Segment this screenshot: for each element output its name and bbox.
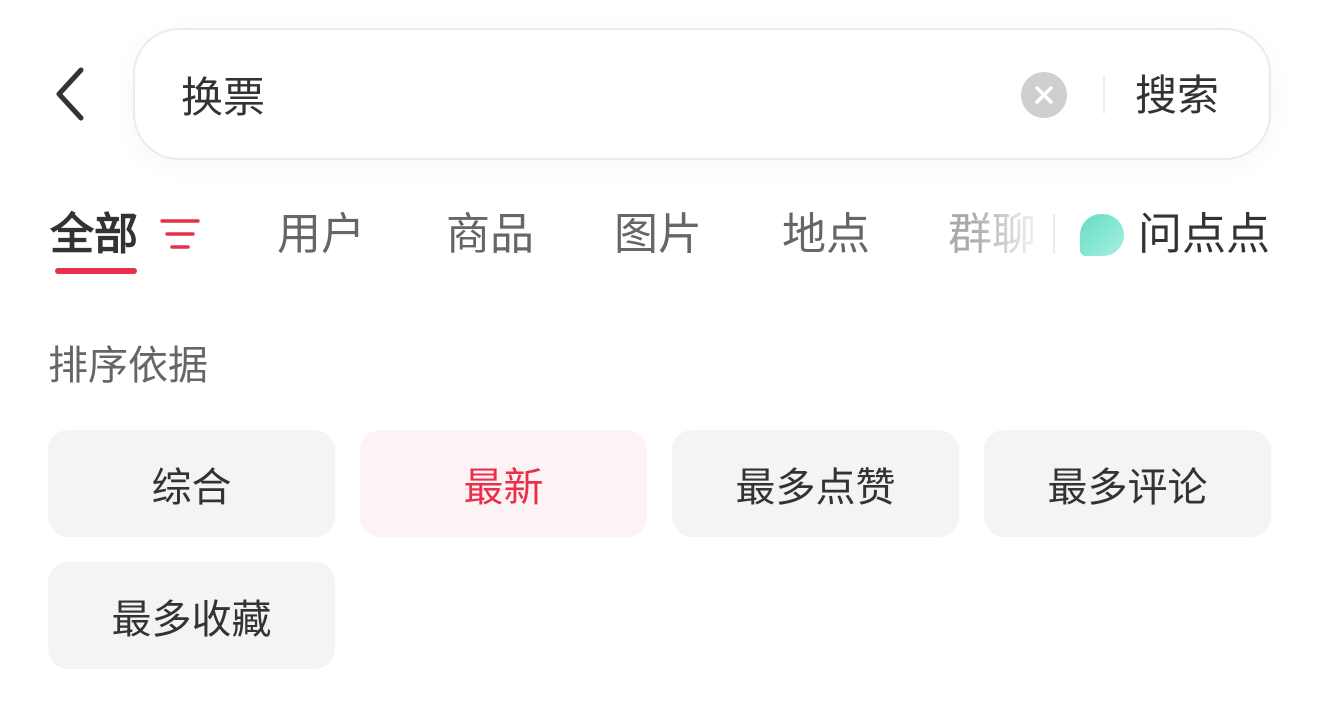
chevron-left-icon — [56, 67, 84, 121]
search-divider — [1103, 76, 1105, 114]
search-submit-button[interactable]: 搜索 — [1135, 66, 1219, 126]
ask-tab-label: 问点点 — [1138, 209, 1270, 260]
tab-goods[interactable]: 商品 — [446, 204, 534, 266]
tab-users[interactable]: 用户 — [277, 204, 365, 266]
sort-option-latest[interactable]: 最新 — [360, 430, 647, 537]
sort-section-title: 排序依据 — [48, 343, 208, 389]
tab-images[interactable]: 图片 — [614, 204, 702, 266]
tab-places[interactable]: 地点 — [782, 204, 870, 266]
sort-option-most-favorites[interactable]: 最多收藏 — [48, 562, 335, 669]
search-results-page: 搜索 全部 用户 商品 图片 地点 群聊 问点点 排序依据 综合 最新 最多点赞… — [0, 0, 1320, 706]
tab-ask-diandian[interactable]: 问点点 — [1080, 204, 1270, 266]
search-input[interactable] — [181, 54, 1001, 134]
tabs-divider — [1053, 214, 1055, 254]
active-tab-indicator — [55, 268, 137, 274]
ask-logo-icon — [1080, 214, 1124, 256]
sort-option-comprehensive[interactable]: 综合 — [48, 430, 335, 537]
sort-option-most-comments[interactable]: 最多评论 — [984, 430, 1271, 537]
filter-lines-icon[interactable] — [158, 216, 202, 252]
clear-circle-icon — [1035, 86, 1053, 104]
search-box: 搜索 — [133, 28, 1271, 160]
tab-all[interactable]: 全部 — [50, 204, 138, 266]
sort-option-most-likes[interactable]: 最多点赞 — [672, 430, 959, 537]
back-button[interactable] — [44, 58, 96, 130]
clear-search-button[interactable] — [1021, 72, 1067, 118]
tab-group-chat[interactable]: 群聊 — [948, 204, 1044, 266]
